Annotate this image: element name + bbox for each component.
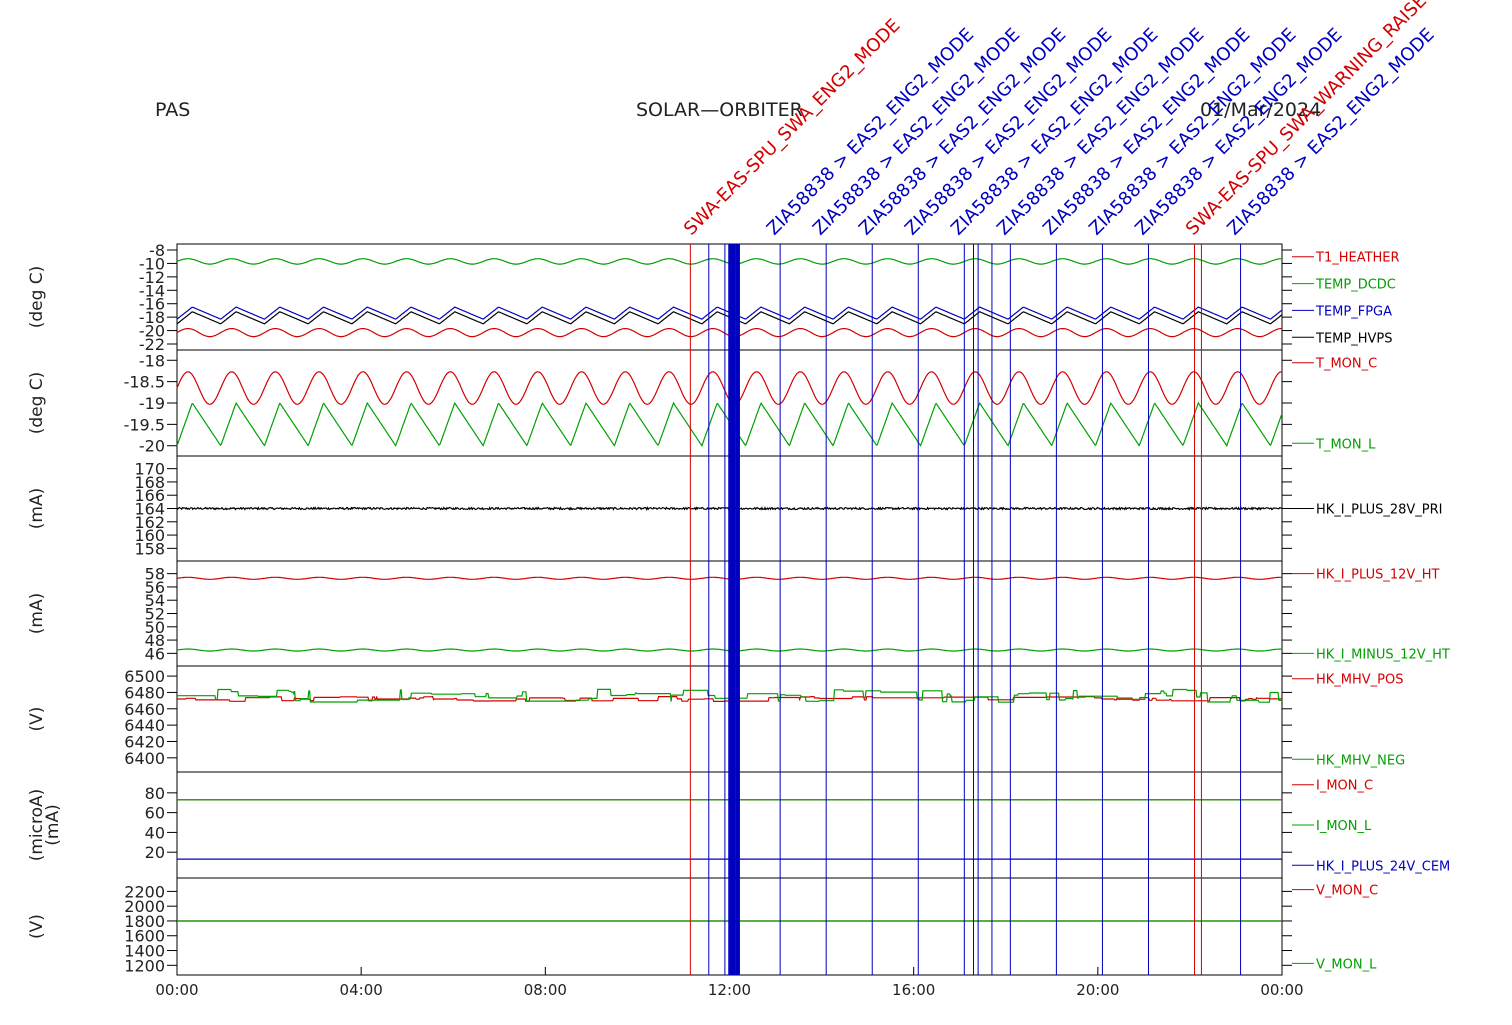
y-axis-label: (deg C) (27, 266, 47, 329)
y-tick-label: -19 (139, 394, 165, 413)
y-tick-label: 1200 (124, 956, 165, 975)
legend-label: I_MON_L (1316, 819, 1372, 834)
legend-label: HK_MHV_NEG (1316, 753, 1405, 768)
legend-label: TEMP_DCDC (1315, 278, 1396, 293)
panel-1: -8-10-12-14-16-18-20-22(deg C)T1_HEATHER… (27, 241, 1400, 354)
x-tick-label: 00:00 (1260, 981, 1303, 999)
hk-timeseries-chart: PAS SOLAR—ORBITER 01/Mar/2024 -8 -10 -12 -1… (0, 0, 1512, 1020)
event-labels: SWA-EAS-SPU_SWA_ENG2_MODEZIA58838 > EAS2… (680, 0, 1439, 240)
x-tick-label: 04:00 (340, 981, 383, 999)
legend-label: V_MON_C (1316, 884, 1378, 899)
y-tick-label: -19.5 (124, 415, 165, 434)
legend-label: T1_HEATHER (1315, 251, 1400, 266)
panel-5: 650064806460644064206400(V)HK_MHV_POSHK_… (27, 665, 1405, 773)
legend-label: V_MON_L (1316, 957, 1377, 972)
event-lines (689, 244, 1242, 975)
y-tick-label: -20 (139, 437, 165, 456)
legend-label: HK_I_PLUS_24V_CEM (1316, 859, 1450, 874)
legend-label: T_MON_L (1315, 437, 1376, 452)
x-tick-label: 12:00 (708, 981, 751, 999)
y-axis-label: (deg C) (27, 372, 47, 435)
legend-label: HK_I_PLUS_12V_HT (1316, 568, 1440, 583)
chart-canvas: PAS SOLAR—ORBITER 01/Mar/2024 -8-10-12-1… (27, 0, 1450, 999)
instrument-label: PAS (155, 99, 190, 121)
y-tick-label: 40 (145, 823, 165, 842)
y-tick-label: -18.5 (124, 373, 165, 392)
y-tick-label: 158 (134, 539, 165, 558)
mission-label: SOLAR—ORBITER (636, 99, 803, 121)
legend-label: TEMP_HVPS (1315, 331, 1392, 346)
legend-label: HK_I_PLUS_28V_PRI (1316, 503, 1442, 518)
y-axis-label: (mA) (27, 593, 47, 634)
legend-label: HK_MHV_POS (1316, 673, 1404, 688)
y-tick-label: -18 (139, 351, 165, 370)
y-tick-label: 60 (145, 804, 165, 823)
y-axis-label-secondary: (mA) (43, 804, 63, 845)
legend-label: T_MON_C (1315, 357, 1377, 372)
x-tick-label: 00:00 (155, 981, 198, 999)
y-axis-label: (mA) (27, 488, 47, 529)
x-tick-label: 16:00 (892, 981, 935, 999)
y-tick-label: 20 (145, 843, 165, 862)
y-tick-label: 80 (145, 784, 165, 803)
x-tick-label: 20:00 (1076, 981, 1119, 999)
legend-label: I_MON_C (1316, 779, 1373, 794)
y-axis-label: (V) (27, 914, 47, 939)
panel-7: 220020001800160014001200(V)V_MON_CV_MON_… (27, 877, 1378, 976)
y-tick-label: 46 (145, 644, 165, 663)
legend-label: TEMP_FPGA (1315, 304, 1392, 319)
x-tick-label: 08:00 (524, 981, 567, 999)
y-tick-label: 6400 (124, 749, 165, 768)
legend-label: HK_I_MINUS_12V_HT (1316, 647, 1450, 662)
panel-2: -18 -18.5 -19 -19.5 -20 (deg C) T_MON_C T_MON_L (27, 349, 1377, 457)
y-axis-label: (V) (27, 707, 47, 732)
